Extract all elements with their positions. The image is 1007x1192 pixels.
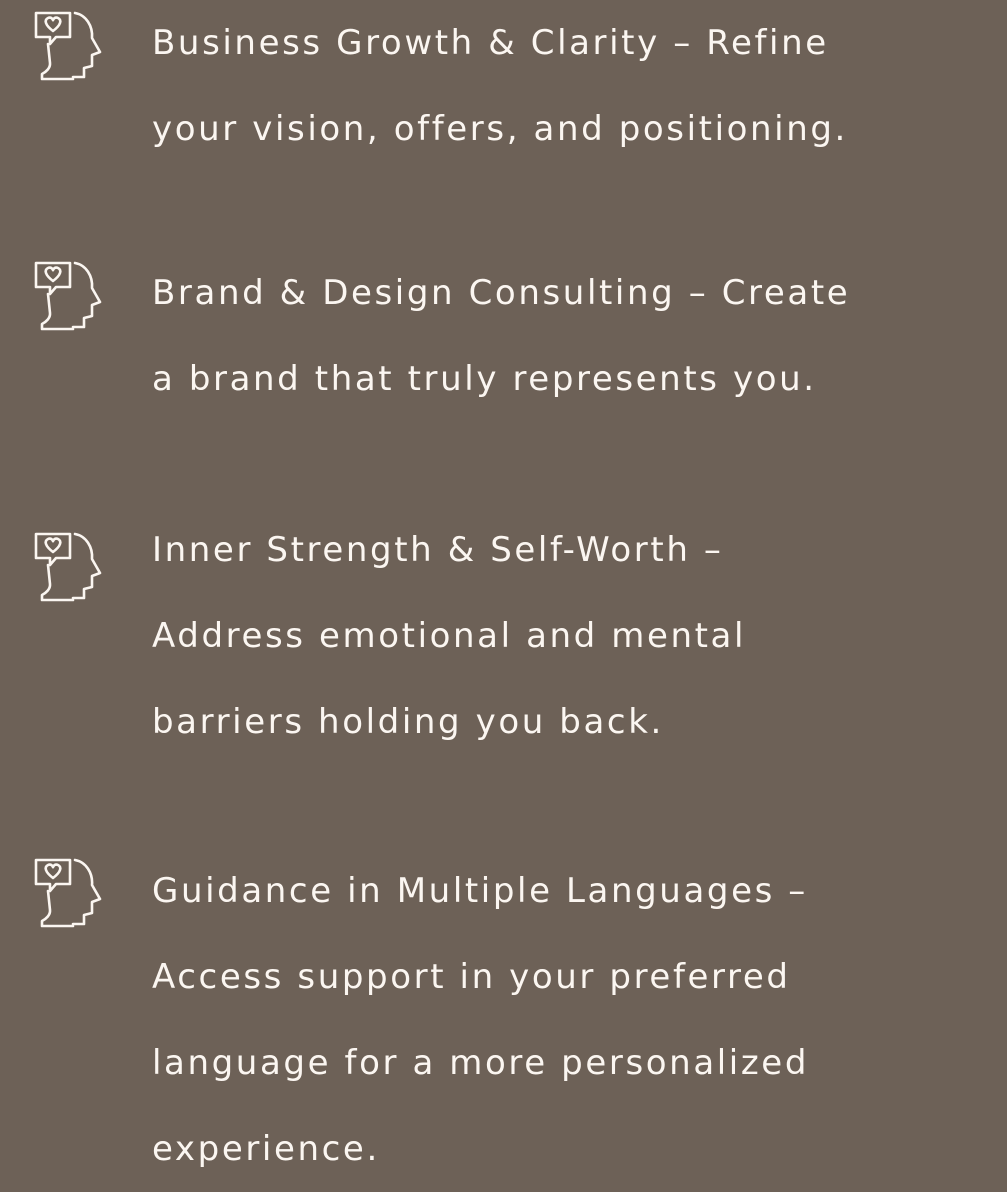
page: { "colors": { "background": "#6d6157", "… (0, 0, 1007, 1175)
head-heart-icon (26, 528, 108, 618)
head-heart-icon (26, 854, 108, 944)
service-item-text: Brand & Design Consulting – Create a bra… (152, 273, 851, 399)
service-item-text: Guidance in Multiple Languages – Access … (152, 871, 809, 1169)
head-heart-icon (26, 257, 108, 347)
service-item-text: Business Growth & Clarity – Refine your … (152, 23, 848, 149)
service-item-text: Inner Strength & Self-Worth – Address em… (152, 530, 747, 742)
head-heart-icon (26, 7, 108, 97)
